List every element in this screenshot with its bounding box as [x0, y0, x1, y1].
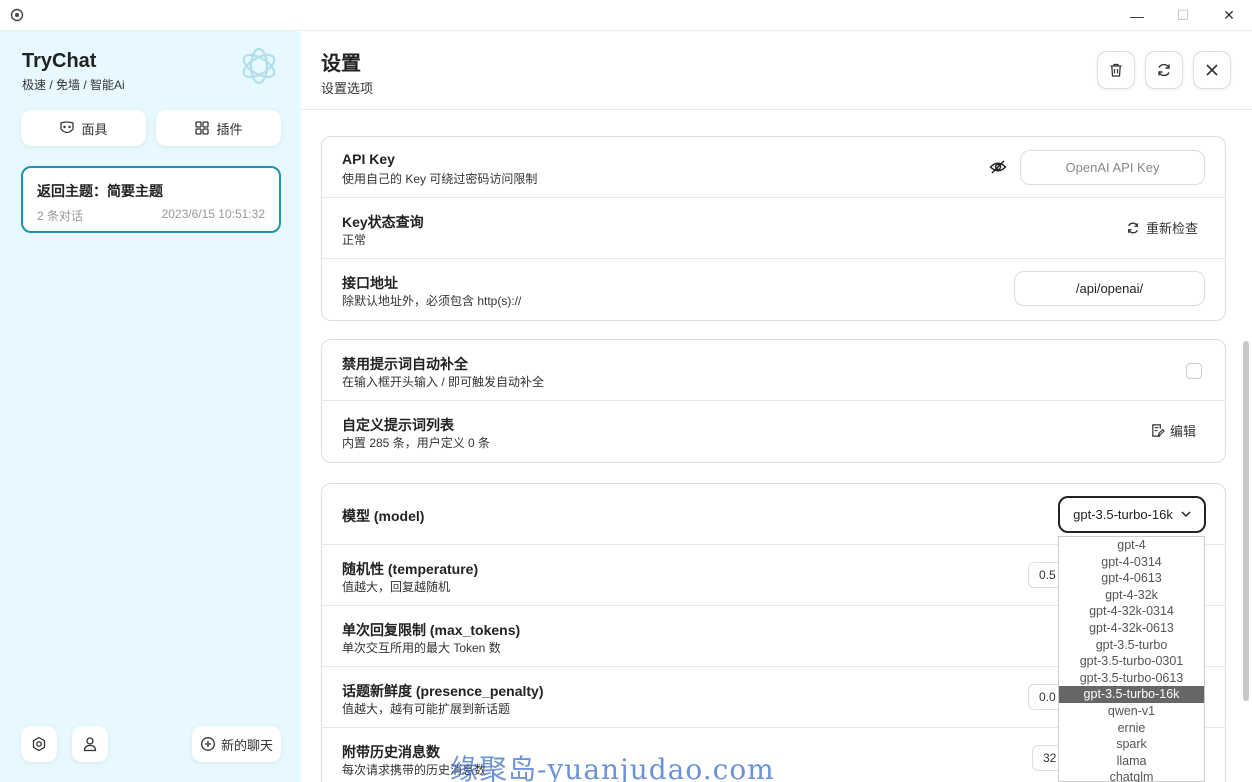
model-option[interactable]: gpt-4: [1059, 537, 1204, 554]
plugin-button[interactable]: 插件: [156, 110, 281, 146]
key-status-row: Key状态查询 正常 重新检查: [322, 198, 1225, 259]
model-option[interactable]: gpt-4-32k-0613: [1059, 620, 1204, 637]
api-settings-section: API Key 使用自己的 Key 可绕过密码访问限制 OpenAI API K…: [321, 136, 1226, 321]
prompt-list-row: 自定义提示词列表 内置 285 条，用户定义 0 条 编辑: [322, 401, 1225, 462]
endpoint-title: 接口地址: [342, 275, 398, 291]
prompt-list-desc: 内置 285 条，用户定义 0 条: [342, 436, 491, 450]
model-title: 模型 (model): [342, 508, 425, 524]
key-status-value: 正常: [342, 233, 367, 247]
watermark: 缘聚岛-yuanjudao.com: [450, 753, 775, 782]
model-option[interactable]: gpt-4-0314: [1059, 554, 1204, 571]
close-settings-button[interactable]: [1193, 51, 1231, 89]
prompt-list-title: 自定义提示词列表: [342, 417, 454, 433]
model-option[interactable]: gpt-3.5-turbo: [1059, 637, 1204, 654]
model-dropdown-list[interactable]: gpt-4 gpt-4-0314 gpt-4-0613 gpt-4-32k gpt-4-…: [1058, 536, 1205, 782]
trash-icon: [1110, 63, 1122, 77]
model-option[interactable]: qwen-v1: [1059, 703, 1204, 720]
window-titlebar: — ☐ ✕: [0, 0, 1252, 31]
user-button[interactable]: [72, 726, 108, 762]
new-chat-label: 新的聊天: [220, 737, 273, 753]
disable-prompt-checkbox[interactable]: [1186, 363, 1202, 379]
page-subtitle: 设置选项: [321, 81, 374, 96]
model-option[interactable]: gpt-4-0613: [1059, 570, 1204, 587]
brand-title: TryChat: [22, 50, 97, 72]
close-icon: [1206, 64, 1218, 76]
model-option[interactable]: spark: [1059, 736, 1204, 753]
settings-button[interactable]: [21, 726, 57, 762]
chat-item-count: 2 条对话: [37, 209, 84, 223]
mask-icon: [60, 121, 75, 134]
model-option[interactable]: gpt-4-32k: [1059, 587, 1204, 604]
maximize-button[interactable]: ☐: [1160, 0, 1206, 31]
recheck-button[interactable]: 重新检查: [1126, 218, 1198, 237]
new-chat-button[interactable]: 新的聊天: [192, 726, 281, 762]
chevron-down-icon: [1181, 511, 1191, 518]
recheck-label: 重新检查: [1146, 221, 1199, 236]
endpoint-row: 接口地址 除默认地址外，必须包含 http(s):// /api/openai/: [322, 259, 1225, 320]
api-key-title: API Key: [342, 151, 395, 167]
window-close-button[interactable]: ✕: [1206, 0, 1252, 31]
chat-item-time: 2023/6/15 10:51:32: [161, 207, 265, 221]
reset-button[interactable]: [1145, 51, 1183, 89]
plugin-button-label: 插件: [216, 121, 243, 137]
edit-icon: [1152, 424, 1165, 437]
sidebar: TryChat 极速 / 免墙 / 智能Ai 面具 插件 返回主题：简要主题 2…: [0, 31, 301, 782]
endpoint-desc: 除默认地址外，必须包含 http(s)://: [342, 294, 522, 308]
max-tokens-title: 单次回复限制 (max_tokens): [342, 622, 521, 638]
page-title: 设置: [321, 53, 361, 75]
mask-button-label: 面具: [81, 121, 108, 137]
key-status-title: Key状态查询: [342, 214, 424, 230]
presence-penalty-desc: 值越大，越有可能扩展到新话题: [342, 702, 511, 716]
history-count-title: 附带历史消息数: [342, 744, 440, 760]
endpoint-input[interactable]: /api/openai/: [1014, 271, 1205, 306]
eye-off-icon[interactable]: [989, 159, 1007, 175]
gear-icon: [32, 736, 46, 752]
openai-logo-icon: [242, 47, 276, 85]
temperature-title: 随机性 (temperature): [342, 561, 479, 577]
edit-label: 编辑: [1170, 424, 1197, 439]
brand-subtitle: 极速 / 免墙 / 智能Ai: [22, 78, 125, 92]
max-tokens-desc: 单次交互所用的最大 Token 数: [342, 641, 501, 655]
model-option[interactable]: gpt-3.5-turbo-16k: [1059, 686, 1204, 703]
add-circle-icon: [201, 737, 215, 751]
model-option[interactable]: gpt-4-32k-0314: [1059, 603, 1204, 620]
api-key-desc: 使用自己的 Key 可绕过密码访问限制: [342, 172, 538, 186]
disable-prompt-row: 禁用提示词自动补全 在输入框开头输入 / 即可触发自动补全: [322, 340, 1225, 401]
model-option[interactable]: ernie: [1059, 720, 1204, 737]
temperature-desc: 值越大，回复越随机: [342, 580, 451, 594]
refresh-icon: [1127, 222, 1139, 233]
model-option[interactable]: gpt-3.5-turbo-0613: [1059, 670, 1204, 687]
settings-panel: 设置 设置选项 API Key 使用自己的 Key 可绕过密码访问限制 Open…: [301, 31, 1252, 782]
prompt-settings-section: 禁用提示词自动补全 在输入框开头输入 / 即可触发自动补全 自定义提示词列表 内…: [321, 339, 1226, 463]
refresh-icon: [1158, 63, 1170, 77]
disable-prompt-title: 禁用提示词自动补全: [342, 356, 468, 372]
edit-prompts-button[interactable]: 编辑: [1150, 421, 1196, 440]
api-key-row: API Key 使用自己的 Key 可绕过密码访问限制 OpenAI API K…: [322, 137, 1225, 198]
clear-data-button[interactable]: [1097, 51, 1135, 89]
user-icon: [83, 737, 97, 752]
minimize-button[interactable]: —: [1114, 0, 1160, 31]
model-option[interactable]: gpt-3.5-turbo-0301: [1059, 653, 1204, 670]
model-select-value: gpt-3.5-turbo-16k: [1073, 507, 1173, 522]
api-key-input[interactable]: OpenAI API Key: [1020, 150, 1205, 185]
model-option[interactable]: chatglm: [1059, 769, 1204, 782]
mask-button[interactable]: 面具: [21, 110, 146, 146]
presence-penalty-title: 话题新鲜度 (presence_penalty): [342, 683, 544, 699]
disable-prompt-desc: 在输入框开头输入 / 即可触发自动补全: [342, 375, 545, 389]
model-option[interactable]: llama: [1059, 753, 1204, 770]
scrollbar[interactable]: [1243, 341, 1249, 701]
model-select[interactable]: gpt-3.5-turbo-16k: [1058, 496, 1206, 533]
chat-list-item[interactable]: 返回主题：简要主题 2 条对话 2023/6/15 10:51:32: [21, 166, 281, 233]
grid-icon: [195, 121, 210, 135]
settings-header: 设置 设置选项: [301, 31, 1252, 110]
chat-item-title: 返回主题：简要主题: [37, 183, 163, 199]
app-icon: [10, 8, 24, 22]
